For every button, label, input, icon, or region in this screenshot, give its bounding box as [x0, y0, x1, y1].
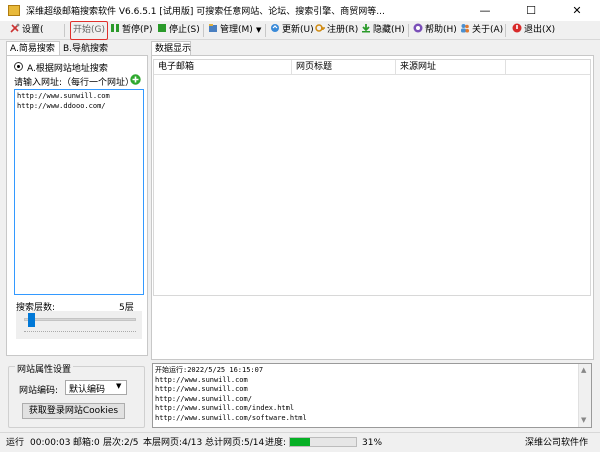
status-progress-label: 进度:: [265, 438, 287, 448]
status-total-pages: 总计网页:5/14: [205, 438, 265, 448]
email-table[interactable]: 电子邮箱 网页标题 来源网址: [153, 59, 591, 296]
status-progress-text: 31%: [362, 438, 383, 448]
add-icon[interactable]: [130, 74, 141, 85]
toolbar-separator: [408, 24, 409, 37]
toolbar: 设置( 开始(G) 暂停(P) 停止(S) 管理(M) ▼ 更新(U) 注册(R…: [0, 21, 600, 40]
settings-button[interactable]: 设置(: [10, 22, 44, 39]
log-line: http://www.sunwill.com/index.html: [155, 404, 295, 413]
title-bar: 深维超级邮箱搜索软件 V6.6.5.1 [试用版] 可搜索任意网站、论坛、搜索引…: [0, 0, 600, 21]
toolbar-separator: [265, 24, 266, 37]
app-icon: [8, 5, 20, 16]
status-level: 层次:2/5: [103, 438, 139, 448]
status-company: 深维公司软件作: [525, 438, 589, 448]
hide-button[interactable]: 隐藏(H): [361, 22, 405, 39]
status-email-count: 邮箱:0: [73, 438, 100, 448]
site-props-title: 网站属性设置: [15, 362, 74, 375]
column-header-source[interactable]: 来源网址: [396, 60, 506, 75]
get-cookies-button[interactable]: 获取登录网站Cookies: [22, 403, 125, 419]
minimize-button[interactable]: —: [462, 0, 508, 21]
tab-data-display[interactable]: 数据显示: [151, 41, 191, 55]
toolbar-separator: [64, 24, 65, 37]
pause-button[interactable]: 暂停(P): [110, 22, 152, 39]
status-run-time: 00:00:03: [30, 438, 71, 448]
table-header: 电子邮箱 网页标题 来源网址: [154, 60, 590, 75]
url-input-label: 请输入网址:（每行一个网址）: [14, 78, 135, 88]
about-button[interactable]: 关于(A): [460, 22, 503, 39]
start-button[interactable]: 开始(G): [70, 21, 108, 40]
log-line: http://www.sunwill.com: [155, 385, 248, 394]
toolbar-separator: [505, 24, 506, 37]
stop-button[interactable]: 停止(S): [157, 22, 200, 39]
scroll-up-icon[interactable]: ▲: [581, 366, 586, 374]
status-run-label: 运行: [6, 438, 25, 448]
encoding-label: 网站编码:: [19, 386, 59, 396]
url-search-radio-label: A.根据网站地址搜索: [27, 64, 108, 74]
log-lines: 开始运行:2022/5/25 16:15:07 http://www.sunwi…: [155, 366, 575, 424]
stop-icon: [157, 23, 167, 33]
log-line: http://www.sunwill.com/software.html: [155, 413, 307, 422]
about-icon: [460, 23, 470, 33]
url-search-radio[interactable]: [14, 62, 23, 71]
column-header-title[interactable]: 网页标题: [292, 60, 396, 75]
help-icon: [413, 23, 423, 33]
depth-slider-ticks: [24, 331, 136, 332]
manage-icon: [208, 23, 218, 33]
update-icon: [270, 23, 280, 33]
tab-simple-search[interactable]: A.简易搜索: [6, 41, 60, 55]
gear-icon: [10, 23, 20, 33]
scroll-down-icon[interactable]: ▼: [581, 416, 586, 424]
site-props-group: 网站属性设置 网站编码: 默认编码 ▼ 获取登录网站Cookies: [8, 362, 145, 428]
toolbar-separator: [203, 24, 204, 37]
encoding-select-value: 默认编码: [69, 385, 106, 395]
register-icon: [315, 23, 325, 33]
column-header-email[interactable]: 电子邮箱: [154, 60, 292, 75]
depth-slider-thumb[interactable]: [28, 313, 35, 327]
depth-slider-area: [16, 311, 142, 339]
url-line: http://www.ddooo.com/: [17, 101, 106, 110]
register-button[interactable]: 注册(R): [315, 22, 358, 39]
log-scrollbar[interactable]: ▲ ▼: [578, 364, 591, 427]
data-panel: 电子邮箱 网页标题 来源网址: [151, 55, 594, 360]
pause-icon: [110, 23, 120, 33]
chevron-down-icon: ▼: [116, 382, 122, 390]
maximize-button[interactable]: ☐: [508, 0, 554, 21]
manage-button[interactable]: 管理(M): [208, 22, 253, 39]
progress-fill: [290, 438, 310, 446]
manage-dropdown-arrow[interactable]: ▼: [256, 22, 261, 39]
tab-navigation-search[interactable]: B.导航搜索: [60, 42, 116, 56]
update-button[interactable]: 更新(U): [270, 22, 314, 39]
depth-slider-track: [24, 318, 136, 321]
window-title: 深维超级邮箱搜索软件 V6.6.5.1 [试用版] 可搜索任意网站、论坛、搜索引…: [26, 7, 385, 17]
status-page-this-level: 本层网页:4/13: [143, 438, 203, 448]
help-button[interactable]: 帮助(H): [413, 22, 457, 39]
hide-icon: [361, 23, 371, 33]
url-textarea[interactable]: http://www.sunwill.com http://www.ddooo.…: [14, 89, 144, 295]
log-panel[interactable]: 开始运行:2022/5/25 16:15:07 http://www.sunwi…: [152, 363, 592, 428]
log-line: http://www.sunwill.com/: [155, 394, 252, 403]
progress-bar: [289, 437, 357, 447]
exit-button[interactable]: 退出(X): [512, 22, 555, 39]
log-line: http://www.sunwill.com: [155, 375, 248, 384]
log-line: 开始运行:2022/5/25 16:15:07: [155, 366, 264, 374]
url-line: http://www.sunwill.com: [17, 92, 110, 100]
encoding-select[interactable]: 默认编码 ▼: [65, 380, 127, 395]
exit-icon: [512, 23, 522, 33]
close-button[interactable]: ✕: [554, 0, 600, 21]
simple-search-panel: A.根据网站地址搜索 请输入网址:（每行一个网址） http://www.sun…: [6, 55, 148, 356]
